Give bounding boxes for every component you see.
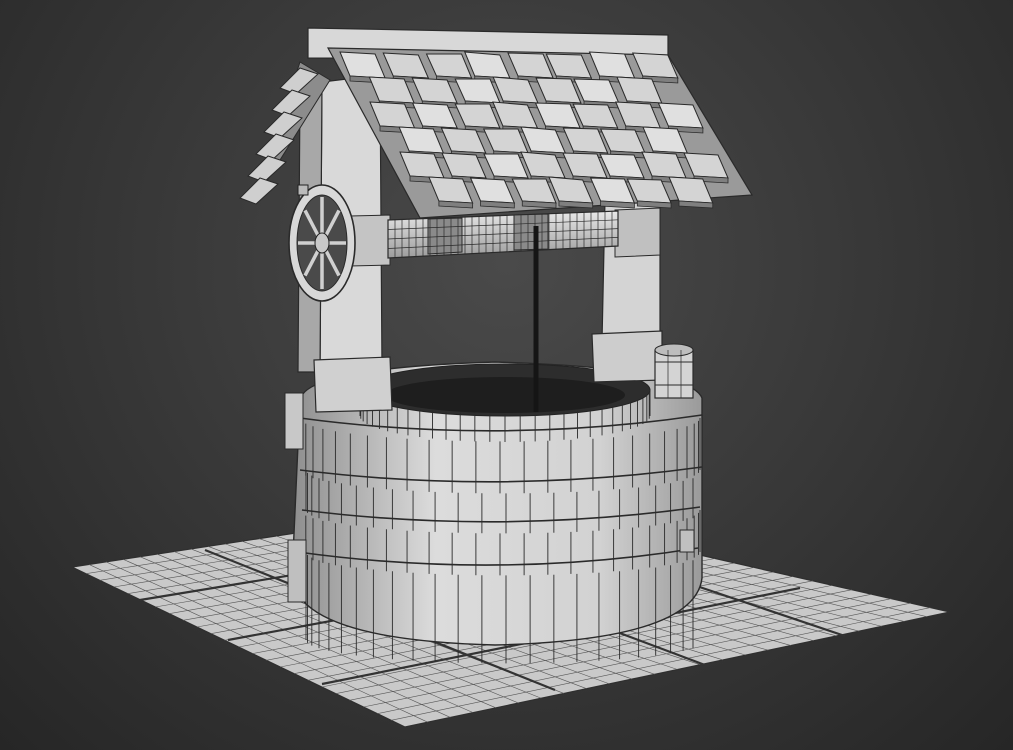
crank-wheel <box>288 184 356 302</box>
bucket <box>654 343 694 399</box>
3d-viewport[interactable] <box>0 0 1013 750</box>
well-scene <box>69 27 951 728</box>
